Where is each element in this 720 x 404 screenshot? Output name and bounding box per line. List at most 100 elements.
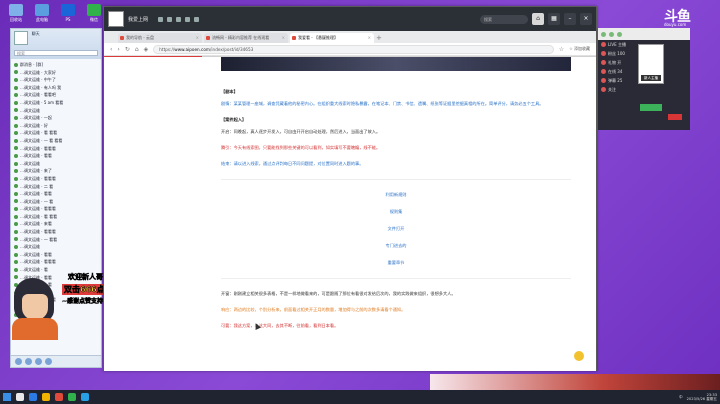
chat-title: 聊天 xyxy=(31,31,40,36)
navigation-bar: ‹ › ↻ ⌂ ◈ https://www.aipoen.com/index/p… xyxy=(104,43,596,56)
list-item[interactable]: …调文运维 · 一 看 xyxy=(14,198,98,206)
contact-avatar-icon xyxy=(14,191,18,196)
forward-icon[interactable]: › xyxy=(117,46,119,53)
wechat-icon[interactable] xyxy=(68,393,76,401)
skin-icon[interactable] xyxy=(194,16,200,22)
pin-icon[interactable] xyxy=(167,16,173,22)
wechat-icon[interactable]: 微信 xyxy=(84,4,104,23)
list-item[interactable]: …调文运维 · 看看 xyxy=(14,190,98,198)
new-tab-button[interactable]: + xyxy=(376,33,384,43)
tab-label: 我爱看 - 【悬疑推理】 xyxy=(298,35,338,40)
mail-icon[interactable] xyxy=(45,358,52,365)
avatar[interactable] xyxy=(14,31,28,45)
computer-icon[interactable]: 此电脑 xyxy=(32,4,52,23)
list-item[interactable]: 群消息 · [群] xyxy=(14,61,98,69)
menu-icon[interactable] xyxy=(15,358,22,365)
tab-close-icon[interactable]: × xyxy=(282,33,285,43)
list-item[interactable]: …调文运维 · 看看 xyxy=(14,251,98,259)
address-bar[interactable]: https://www.aipoen.com/index/post/id/346… xyxy=(153,44,554,54)
list-item[interactable]: …调文运维 · 大家好 xyxy=(14,69,98,77)
close-icon[interactable]: × xyxy=(580,13,592,25)
list-item[interactable]: …调文运维 · 中午了 xyxy=(14,76,98,84)
folder-icon[interactable] xyxy=(42,393,50,401)
desktop-icon-label: 此电脑 xyxy=(36,17,48,22)
list-item[interactable]: …调文运维 · 看看看 xyxy=(14,175,98,183)
minimize-icon[interactable]: – xyxy=(564,13,576,25)
list-item[interactable]: …调文运维 · 来了 xyxy=(14,167,98,175)
panel-row[interactable]: 关注 xyxy=(598,85,690,94)
media-icon[interactable] xyxy=(55,393,63,401)
list-item[interactable]: …调文运维 · 看看 xyxy=(14,152,98,160)
start-menu-icon[interactable] xyxy=(3,393,11,401)
panel-row-label: LIVE 主播 xyxy=(608,41,626,47)
tab-close-icon[interactable]: × xyxy=(196,33,199,43)
recycle-bin-icon[interactable]: 回收站 xyxy=(6,4,26,23)
list-item[interactable]: …调文运维 · 二 看 xyxy=(14,183,98,191)
tab-article[interactable]: 我爱看 - 【悬疑推理】 × xyxy=(290,33,374,43)
list-item[interactable]: …调文运维 · 看看看 xyxy=(14,205,98,213)
list-item[interactable]: …调文运维 · 一 看 看看 xyxy=(14,137,98,145)
list-item-text: …调文运维 · 有人吗 我 xyxy=(20,84,62,90)
list-item[interactable]: …调文运维 xyxy=(14,107,98,115)
search-icon[interactable] xyxy=(16,393,24,401)
qq-icon[interactable] xyxy=(81,393,89,401)
article-paragraph: 可要：我这方案，与这大同，去其不断，往前看，看到日本看。 xyxy=(221,323,339,328)
language-indicator[interactable]: 中 xyxy=(679,395,683,400)
start-button[interactable] xyxy=(640,104,662,111)
list-item[interactable]: …调文运维 · 有人吗 我 xyxy=(14,84,98,92)
list-item-text: …调文运维 · 5 am 看看 xyxy=(20,99,64,105)
article-link[interactable]: 文件打开 xyxy=(221,226,571,232)
app-search-input[interactable]: 搜索 xyxy=(480,14,528,24)
list-item[interactable]: …调文运维 xyxy=(14,160,98,168)
list-item[interactable]: …调文运维 · 看看看 xyxy=(14,228,98,236)
contact-avatar-icon xyxy=(14,252,18,257)
list-item[interactable]: …调文运维 · 好 xyxy=(14,122,98,130)
article-link[interactable]: 重要章节 xyxy=(221,260,571,266)
shield-icon[interactable]: ◈ xyxy=(144,46,149,53)
list-item[interactable]: …调文运维 xyxy=(14,243,98,251)
status-icon[interactable] xyxy=(601,31,606,37)
list-item[interactable]: …调文运维 · 看 看看 xyxy=(14,129,98,137)
avatar-preview[interactable]: 新人主播 xyxy=(638,44,664,84)
tab-navigation[interactable]: 我的导航 - 云盘 × xyxy=(118,33,202,43)
status-icon[interactable] xyxy=(609,31,614,37)
status-icon[interactable] xyxy=(617,31,622,37)
app-logo-icon xyxy=(108,11,124,27)
tab-close-icon[interactable]: × xyxy=(368,33,371,43)
list-item-text: …调文运维 · 看看看 xyxy=(20,229,56,235)
settings-icon[interactable] xyxy=(25,358,32,365)
grid-icon[interactable]: ▦ xyxy=(548,13,560,25)
browser-icon[interactable] xyxy=(29,393,37,401)
list-item[interactable]: …调文运维 · 看看看 xyxy=(14,258,98,266)
search-input[interactable]: 搜索 xyxy=(14,50,98,56)
star-icon[interactable]: ☆ xyxy=(559,46,564,53)
list-item[interactable]: …调文运维 · 5 am 看看 xyxy=(14,99,98,107)
list-item[interactable]: …调文运维 · 来看 xyxy=(14,220,98,228)
menu-icon[interactable] xyxy=(158,16,164,22)
back-icon[interactable]: ‹ xyxy=(110,46,112,53)
list-item-text: …调文运维 · 看看 xyxy=(20,153,52,159)
refresh-icon[interactable]: ↻ xyxy=(125,46,130,53)
photoshop-icon[interactable]: PS xyxy=(58,4,78,22)
contact-avatar-icon xyxy=(14,161,18,166)
favorites-button[interactable]: ☆ 添加收藏 xyxy=(569,46,590,52)
apps-icon[interactable] xyxy=(35,358,42,365)
clock[interactable]: 23:33 2023/5/26 星期五 xyxy=(687,393,717,402)
list-item[interactable]: …调文运维 · 看看看 xyxy=(14,145,98,153)
list-item[interactable]: …调文运维 · 一起 xyxy=(14,114,98,122)
tool-icon[interactable] xyxy=(185,16,191,22)
list-item[interactable]: …调文运维 · 一 看看 xyxy=(14,236,98,244)
contact-avatar-icon xyxy=(14,131,18,136)
tab-video[interactable]: 流畅网 - 精彩内容推荐 在线观看 × xyxy=(204,33,288,43)
home-icon[interactable]: ⌂ xyxy=(532,13,544,25)
list-item[interactable]: …调文运维 · 看 看看 xyxy=(14,213,98,221)
article-link[interactable]: 利用新规则 xyxy=(221,192,571,198)
contact-avatar-icon xyxy=(14,237,18,242)
article-link[interactable]: 专门进去的 xyxy=(221,243,571,249)
scroll-to-top-button[interactable] xyxy=(574,351,584,361)
list-item[interactable]: …调文运维 · 看看吧 xyxy=(14,91,98,99)
stop-button[interactable] xyxy=(668,114,682,120)
note-icon[interactable] xyxy=(176,16,182,22)
article-link[interactable]: 规则集 xyxy=(221,209,571,215)
home-icon[interactable]: ⌂ xyxy=(135,46,139,53)
